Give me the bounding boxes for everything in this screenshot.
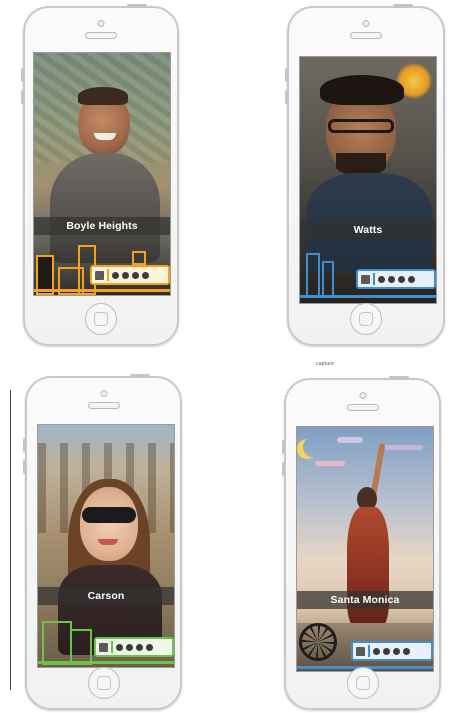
- volume-button: [282, 462, 285, 476]
- metro-train-graphic: [94, 637, 174, 657]
- home-button-icon[interactable]: [85, 303, 117, 335]
- page-edge-line: [10, 390, 11, 690]
- person-arm: [370, 442, 386, 496]
- sunglasses: [82, 507, 136, 523]
- ferris-wheel-icon: [299, 623, 337, 661]
- building-icon: [42, 621, 72, 665]
- snap-screen[interactable]: Watts: [299, 56, 437, 304]
- snap-screen[interactable]: Boyle Heights: [33, 52, 171, 296]
- capture-tag: capture: [316, 361, 335, 367]
- phone-mockup-santa-monica: Santa Monica: [282, 376, 441, 710]
- geofilter-caption: Watts: [300, 221, 436, 239]
- power-button: [127, 4, 147, 7]
- building-icon: [322, 261, 334, 297]
- cloud-graphic: [383, 445, 423, 450]
- snap-screen[interactable]: Santa Monica: [296, 426, 434, 672]
- home-button-icon[interactable]: [87, 667, 120, 699]
- moon-icon: [303, 437, 323, 457]
- person-smile: [94, 133, 116, 140]
- cloud-graphic: [337, 437, 363, 443]
- geofilter-baseline: [300, 295, 436, 298]
- camera-icon: [359, 392, 366, 399]
- speaker-icon: [85, 32, 117, 39]
- volume-button: [282, 440, 285, 454]
- phone-mockup-watts: Watts: [285, 4, 445, 346]
- building-icon: [132, 251, 146, 265]
- home-button-icon[interactable]: [346, 667, 379, 699]
- volume-button: [21, 90, 24, 104]
- person-head: [80, 487, 138, 561]
- person-body: [50, 153, 160, 263]
- metro-train-graphic: [356, 269, 436, 289]
- building-icon: [306, 253, 320, 297]
- cloud-graphic: [315, 461, 345, 466]
- volume-button: [285, 90, 288, 104]
- power-button: [130, 374, 150, 377]
- phone-mockup-boyle-heights: Boyle Heights: [21, 4, 179, 346]
- person-beard: [336, 153, 386, 175]
- speaker-icon: [350, 32, 382, 39]
- glasses: [328, 119, 394, 133]
- building-icon: [70, 629, 92, 665]
- volume-button: [23, 438, 26, 452]
- power-button: [389, 376, 409, 379]
- camera-icon: [97, 20, 105, 27]
- power-button: [393, 4, 413, 7]
- geofilter-baseline: [38, 661, 174, 664]
- phone-mockup-carson: Carson: [23, 374, 182, 710]
- volume-button: [23, 460, 26, 474]
- person-hair: [78, 87, 128, 105]
- geofilter-caption: Santa Monica: [297, 591, 433, 609]
- metro-train-graphic: [90, 265, 170, 285]
- volume-button: [285, 68, 288, 82]
- camera-icon: [100, 390, 107, 397]
- metro-train-graphic: [351, 641, 433, 661]
- home-button-icon[interactable]: [350, 303, 382, 335]
- speaker-icon: [346, 404, 379, 411]
- geofilter-baseline: [34, 289, 170, 292]
- camera-icon: [362, 20, 370, 27]
- geofilter-caption: Carson: [38, 587, 174, 605]
- person-hair: [320, 75, 404, 105]
- volume-button: [21, 68, 24, 82]
- speaker-icon: [87, 402, 120, 409]
- snap-screen[interactable]: Carson: [37, 424, 175, 668]
- geofilter-caption: Boyle Heights: [34, 217, 170, 235]
- person-body: [347, 507, 389, 627]
- person-smile: [98, 539, 118, 545]
